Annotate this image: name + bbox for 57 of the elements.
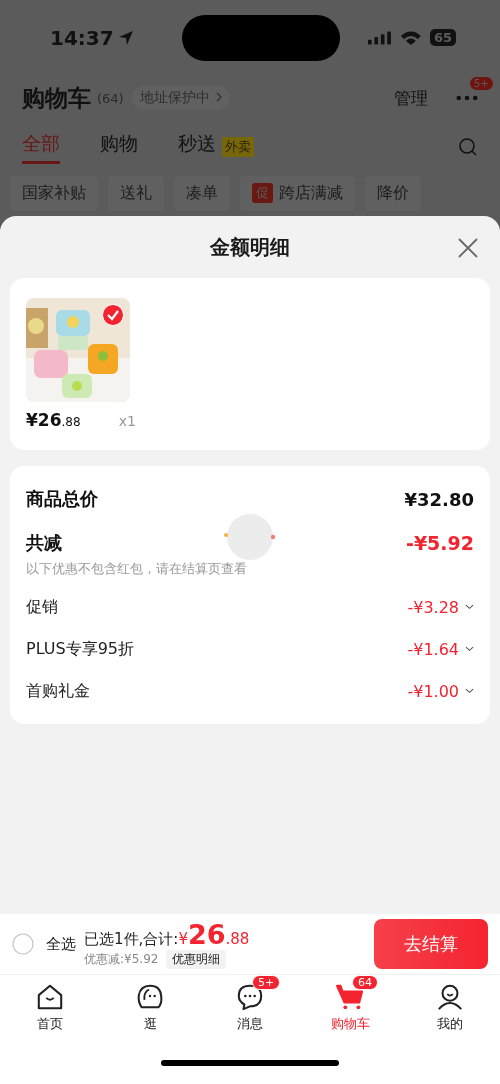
select-all-checkbox[interactable]	[12, 933, 34, 955]
filter-chip[interactable]: 送礼	[108, 175, 164, 211]
loading-icon	[224, 513, 276, 561]
filter-chip[interactable]: 凑单	[174, 175, 230, 211]
location-arrow-icon	[117, 29, 134, 46]
page-title: 购物车	[22, 83, 91, 113]
chevron-right-icon	[215, 92, 222, 102]
sheet-title: 金额明细	[210, 233, 290, 261]
nav-tab[interactable]: 我的	[437, 1015, 463, 1033]
total-label: 商品总价	[26, 487, 99, 511]
close-icon[interactable]	[458, 238, 478, 258]
selected-summary: 已选1件,合计:	[84, 930, 179, 949]
filter-chip[interactable]: 促 跨店满减	[240, 175, 355, 211]
discount-label: 促销	[26, 596, 59, 618]
wifi-icon	[400, 29, 422, 46]
discount-detail-button[interactable]: 优惠明细	[166, 950, 227, 969]
chevron-down-icon[interactable]	[465, 604, 474, 610]
total-value: ¥32.80	[404, 488, 474, 510]
nav-tab[interactable]: 消息	[237, 1015, 263, 1033]
discount-value: -¥1.64	[407, 639, 459, 659]
total-amount: ¥26.88	[178, 919, 250, 950]
tab-tag: 外卖	[222, 137, 254, 157]
nav-tab[interactable]: 购物车	[330, 1015, 370, 1033]
select-all-label[interactable]: 全选	[46, 934, 76, 954]
filter-chip[interactable]: 降价	[365, 175, 421, 211]
nav-tab[interactable]: 逛	[143, 1015, 157, 1033]
signal-icon	[368, 29, 393, 46]
product-price: ¥26.88	[26, 410, 81, 430]
face-icon[interactable]	[136, 983, 164, 1011]
discount-label: 首购礼金	[26, 680, 91, 702]
reduction-note: 以下优惠不包含红包，请在结算页查看	[26, 560, 248, 578]
discount-summary: 优惠减:¥5.92	[84, 951, 159, 968]
category-tab[interactable]: 购物	[100, 130, 138, 164]
discount-value: -¥1.00	[407, 681, 459, 701]
reduction-value: -¥5.92	[406, 532, 474, 554]
manage-button[interactable]: 管理	[394, 86, 428, 110]
more-icon[interactable]	[456, 95, 478, 101]
discount-value: -¥3.28	[407, 597, 459, 617]
notification-badge: 64	[352, 975, 378, 990]
discount-label: PLUS专享95折	[26, 638, 135, 660]
filter-chip[interactable]: 国家补贴	[10, 175, 98, 211]
chevron-down-icon[interactable]	[465, 688, 474, 694]
status-time: 14:37	[50, 25, 114, 50]
battery-level: 65	[429, 29, 456, 46]
search-icon[interactable]	[458, 137, 478, 157]
product-quantity: x1	[118, 413, 136, 429]
notification-badge: 5+	[252, 975, 281, 990]
notification-badge: 5+	[470, 77, 493, 90]
category-tab[interactable]: 秒送	[178, 130, 216, 164]
person-icon[interactable]	[436, 983, 464, 1011]
category-tab[interactable]: 全部	[22, 130, 60, 164]
checkmark-icon[interactable]	[102, 304, 124, 326]
checkout-button[interactable]: 去结算	[374, 919, 488, 969]
chevron-down-icon[interactable]	[465, 646, 474, 652]
reduction-label: 共减	[26, 531, 63, 555]
nav-tab[interactable]: 首页	[37, 1015, 63, 1033]
home-icon[interactable]	[36, 983, 64, 1011]
